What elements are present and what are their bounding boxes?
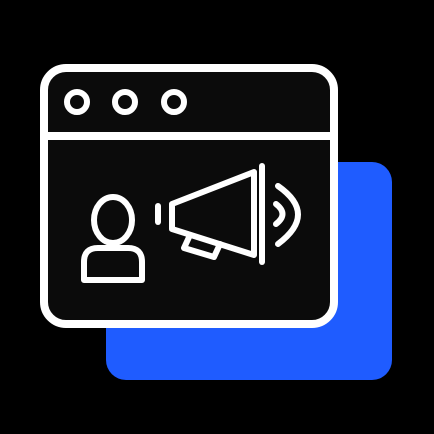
browser-announcement-illustration [40, 64, 392, 380]
icon-canvas [0, 0, 434, 434]
